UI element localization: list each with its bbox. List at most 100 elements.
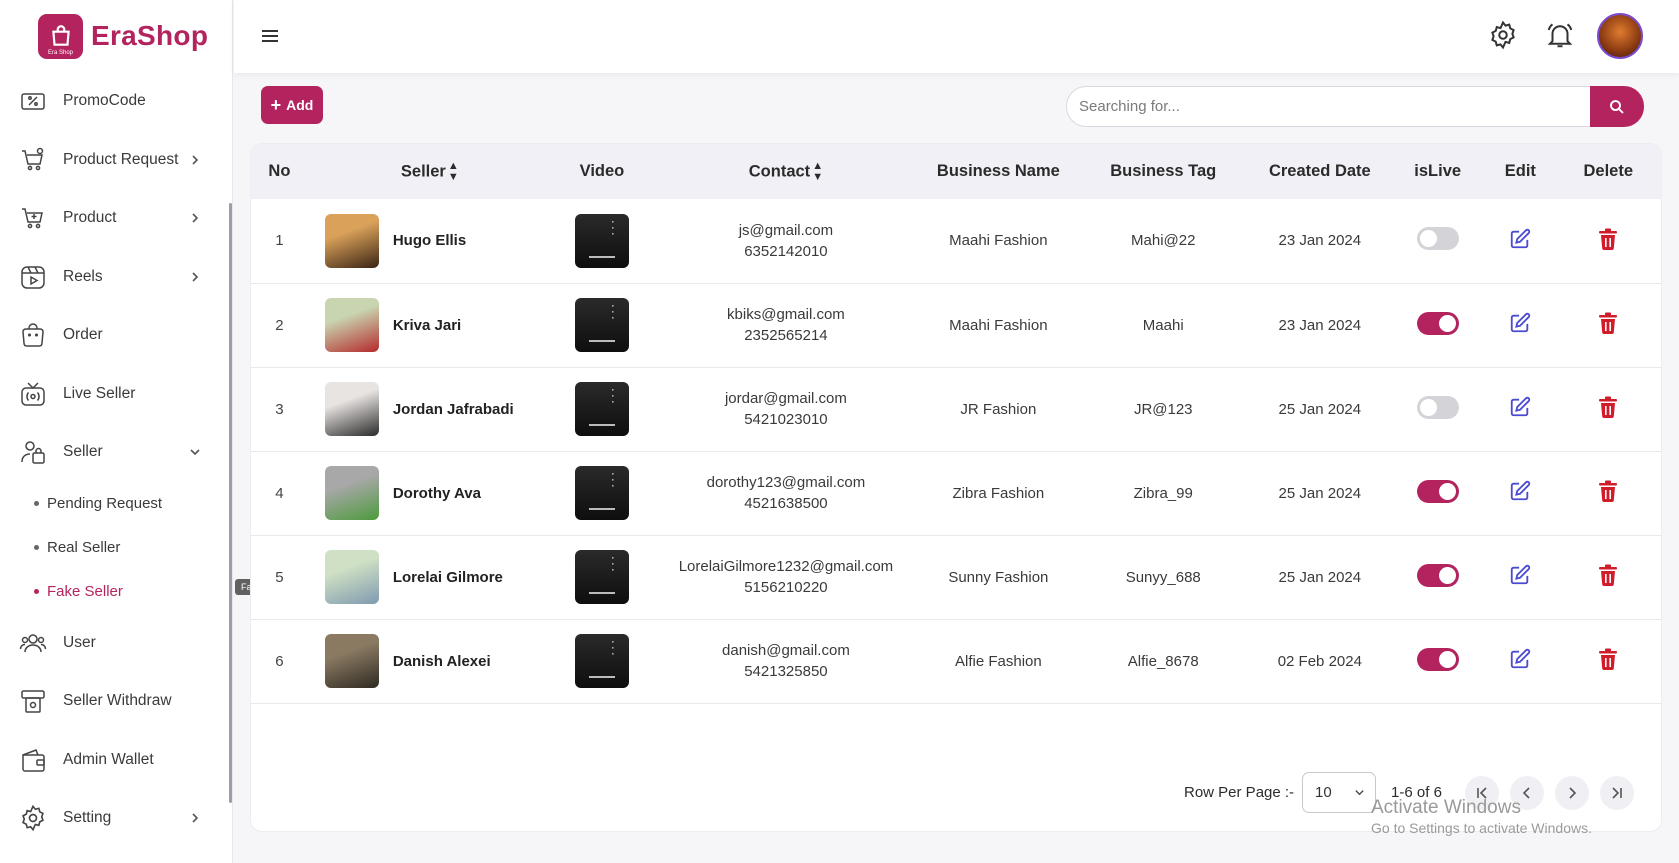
hamburger-menu-icon[interactable] (258, 24, 282, 48)
cell-contact: LorelaiGilmore1232@gmail.com 5156210220 (652, 535, 920, 619)
sidebar-subitem-pending-request[interactable]: Pending Request (0, 482, 232, 526)
search-input[interactable] (1066, 86, 1596, 127)
is-live-toggle[interactable] (1416, 311, 1459, 335)
sort-icon[interactable]: ▲ ▼ (448, 160, 459, 183)
sidebar-item-product-request[interactable]: Product Request (0, 131, 232, 190)
sidebar-item-seller[interactable]: Seller (0, 423, 232, 482)
sidebar-item-live-seller[interactable]: Live Seller (0, 365, 232, 424)
cell-contact: js@gmail.com 6352142010 (652, 199, 920, 283)
cart-add-icon (18, 203, 48, 233)
cell-delete (1556, 367, 1662, 451)
is-live-toggle[interactable] (1416, 395, 1459, 419)
trash-icon[interactable] (1598, 480, 1618, 502)
seller-avatar (324, 550, 379, 604)
toggle-knob (1419, 398, 1437, 416)
video-thumbnail[interactable]: · · · (574, 550, 629, 604)
sidebar-subitem-real-seller[interactable]: Real Seller (0, 526, 232, 570)
cell-contact: jordar@gmail.com 5421023010 (652, 367, 920, 451)
edit-icon[interactable] (1509, 480, 1531, 502)
video-progress-bar (588, 424, 615, 426)
cell-no: 2 (275, 316, 284, 334)
sellers-table-card: No Seller ▲ ▼ Video Contact ▲ ▼ Business Nam… (250, 143, 1662, 832)
contact-email: dorothy123@gmail.com (706, 474, 866, 491)
toggle-knob (1438, 650, 1456, 668)
sidebar-item-product[interactable]: Product (0, 189, 232, 248)
cell-no: 4 (275, 484, 284, 502)
settings-gear-icon[interactable] (1488, 20, 1518, 50)
sidebar-item-user[interactable]: User (0, 614, 232, 673)
trash-icon[interactable] (1598, 564, 1618, 586)
sellers-table: No Seller ▲ ▼ Video Contact ▲ ▼ Business Nam… (251, 144, 1661, 704)
cell-seller: Hugo Ellis (308, 199, 552, 283)
is-live-toggle[interactable] (1416, 563, 1459, 587)
sidebar-item-seller-withdraw[interactable]: Seller Withdraw (0, 672, 232, 731)
column-header-contact[interactable]: Contact ▲ ▼ (652, 144, 920, 199)
table-row: 2 Kriva Jari · · · kbiks@gmail.com 2352565214 M… (251, 283, 1661, 367)
sidebar-item-setting[interactable]: Setting (0, 789, 232, 848)
shopping-bag-icon (18, 320, 48, 350)
video-progress-bar (588, 255, 615, 258)
search-icon (1610, 99, 1624, 114)
watermark-subtitle: Go to Settings to activate Windows. (1371, 819, 1592, 836)
video-thumbnail[interactable]: · · · (574, 213, 629, 268)
video-thumbnail[interactable]: · · · (574, 382, 629, 436)
bullet-dot (34, 501, 39, 506)
is-live-toggle[interactable] (1416, 479, 1459, 503)
chevron-right-icon (188, 153, 202, 167)
column-header-seller[interactable]: Seller ▲ ▼ (308, 144, 552, 199)
last-page-button[interactable] (1599, 775, 1634, 810)
sidebar-subitem-label: Fake Seller (47, 583, 123, 600)
cell-video: · · · (552, 451, 652, 535)
edit-icon[interactable] (1509, 228, 1531, 250)
sidebar-item-admin-wallet[interactable]: Admin Wallet (0, 731, 232, 790)
cell-created-date: 25 Jan 2024 (1278, 484, 1362, 502)
trash-icon[interactable] (1598, 648, 1618, 670)
seller-avatar (324, 213, 379, 268)
is-live-toggle[interactable] (1416, 647, 1459, 671)
bullet-dot (34, 589, 39, 594)
users-icon (18, 628, 48, 658)
cell-edit (1485, 535, 1555, 619)
cell-business-name: JR Fashion (960, 400, 1037, 418)
toggle-knob (1438, 566, 1456, 584)
cell-seller: Dorothy Ava (308, 451, 552, 535)
column-header-edit: Edit (1504, 162, 1536, 180)
trash-icon[interactable] (1598, 396, 1618, 418)
contact-email: js@gmail.com (738, 221, 834, 239)
video-progress-bar (588, 592, 615, 594)
sort-icon[interactable]: ▲ ▼ (812, 160, 823, 183)
sidebar-item-order[interactable]: Order (0, 306, 232, 365)
video-thumbnail[interactable]: · · · (574, 298, 629, 352)
cell-created-date: 25 Jan 2024 (1278, 400, 1362, 418)
brand[interactable]: Era Shop EraShop (0, 0, 232, 72)
cell-no: 6 (275, 652, 284, 670)
search-button[interactable] (1590, 86, 1644, 127)
cell-contact: dorothy123@gmail.com 4521638500 (652, 451, 920, 535)
cell-edit (1485, 199, 1555, 283)
trash-icon[interactable] (1598, 228, 1618, 250)
notification-bell-icon[interactable] (1545, 20, 1575, 50)
last-page-icon (1612, 786, 1622, 799)
edit-icon[interactable] (1509, 564, 1531, 586)
sidebar-item-promocode[interactable]: PromoCode (0, 72, 232, 131)
sidebar-scrollbar[interactable] (229, 203, 232, 803)
cell-seller: Danish Alexei (308, 619, 552, 703)
edit-icon[interactable] (1509, 648, 1531, 670)
sidebar-subitem-fake-seller[interactable]: Fake Seller (0, 570, 232, 614)
cell-business-tag: Sunyy_688 (1125, 568, 1201, 586)
sidebar-item-reels[interactable]: Reels (0, 248, 232, 307)
edit-icon[interactable] (1509, 396, 1531, 418)
trash-icon[interactable] (1598, 312, 1618, 334)
rows-per-page-select[interactable]: 10 (1302, 772, 1377, 813)
sidebar: Era Shop EraShop PromoCode Product Reques… (0, 0, 233, 863)
cell-delete (1556, 451, 1662, 535)
add-button[interactable]: + Add (261, 86, 323, 124)
edit-icon[interactable] (1509, 312, 1531, 334)
video-thumbnail[interactable]: · · · (574, 466, 629, 520)
is-live-toggle[interactable] (1416, 227, 1459, 251)
video-progress-bar (588, 340, 615, 342)
sidebar-item-label: Live Seller (63, 384, 136, 402)
chevron-down-icon (1355, 790, 1364, 796)
user-avatar[interactable] (1597, 13, 1643, 59)
video-thumbnail[interactable]: · · · (574, 634, 629, 688)
